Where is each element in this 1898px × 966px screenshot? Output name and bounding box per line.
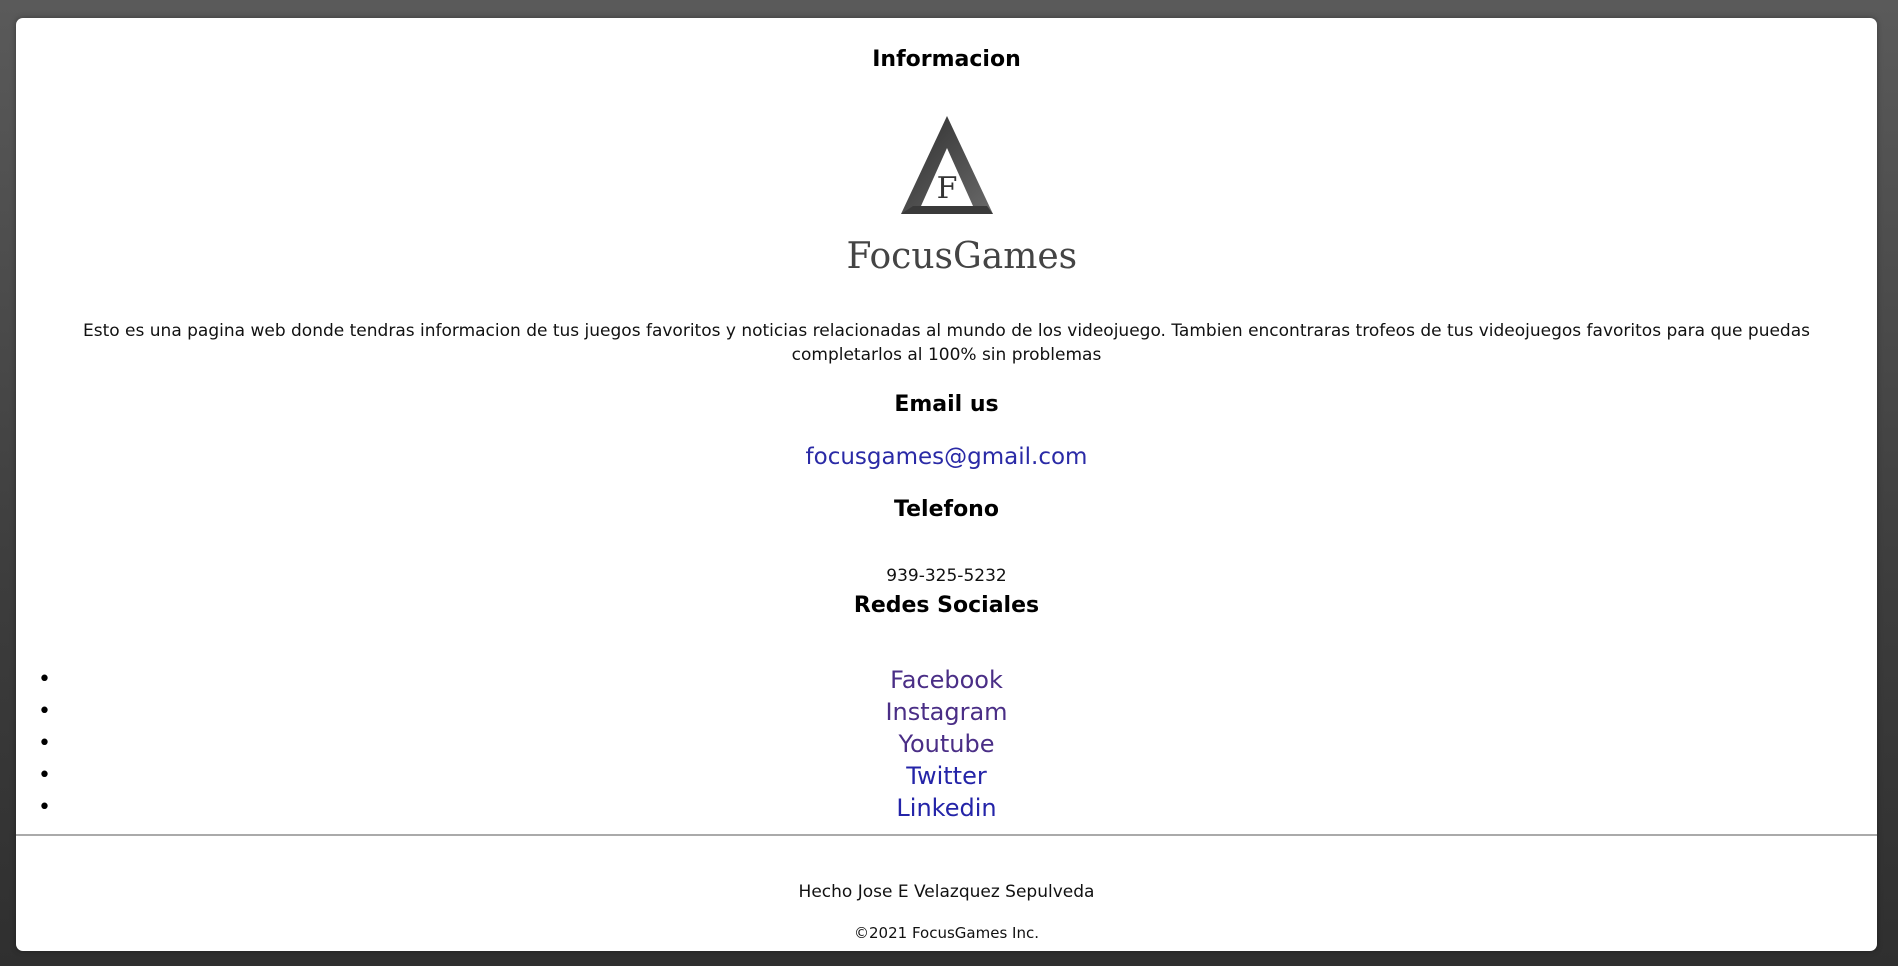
youtube-link[interactable]: Youtube: [899, 730, 995, 758]
bullet: •: [38, 763, 51, 788]
social-heading: Redes Sociales: [853, 593, 1040, 618]
list-item: • Youtube: [16, 728, 1877, 760]
bullet: •: [38, 795, 51, 820]
phone-heading: Telefono: [894, 497, 999, 522]
instagram-link[interactable]: Instagram: [885, 698, 1007, 726]
focusgames-logo[interactable]: F FocusGames: [846, 114, 1078, 304]
twitter-link[interactable]: Twitter: [906, 762, 986, 790]
list-item: • Twitter: [16, 760, 1877, 792]
footer-divider: [16, 834, 1877, 836]
info-panel: Informacion F FocusGames Esto es una pag…: [16, 18, 1877, 951]
email-heading: Email us: [894, 392, 999, 417]
list-item: • Instagram: [16, 696, 1877, 728]
logo-brand-text: FocusGames: [846, 236, 1078, 277]
copyright: ©2021 FocusGames Inc.: [854, 924, 1039, 942]
social-list: • Facebook • Instagram • Youtube • Twitt…: [16, 664, 1877, 824]
email-link[interactable]: focusgames@gmail.com: [16, 444, 1877, 470]
list-item: • Facebook: [16, 664, 1877, 696]
bullet: •: [38, 731, 51, 756]
logo-letter: F: [936, 171, 957, 206]
bullet: •: [38, 667, 51, 692]
list-item: • Linkedin: [16, 792, 1877, 824]
bullet: •: [38, 699, 51, 724]
page-title: Informacion: [872, 47, 1021, 72]
author-credit: Hecho Jose E Velazquez Sepulveda: [798, 882, 1095, 902]
triangle-logo-icon: F: [900, 116, 993, 214]
site-description: Esto es una pagina web donde tendras inf…: [82, 321, 1810, 365]
facebook-link[interactable]: Facebook: [890, 666, 1003, 694]
phone-number: 939-325-5232: [886, 566, 1007, 586]
linkedin-link[interactable]: Linkedin: [896, 794, 996, 822]
